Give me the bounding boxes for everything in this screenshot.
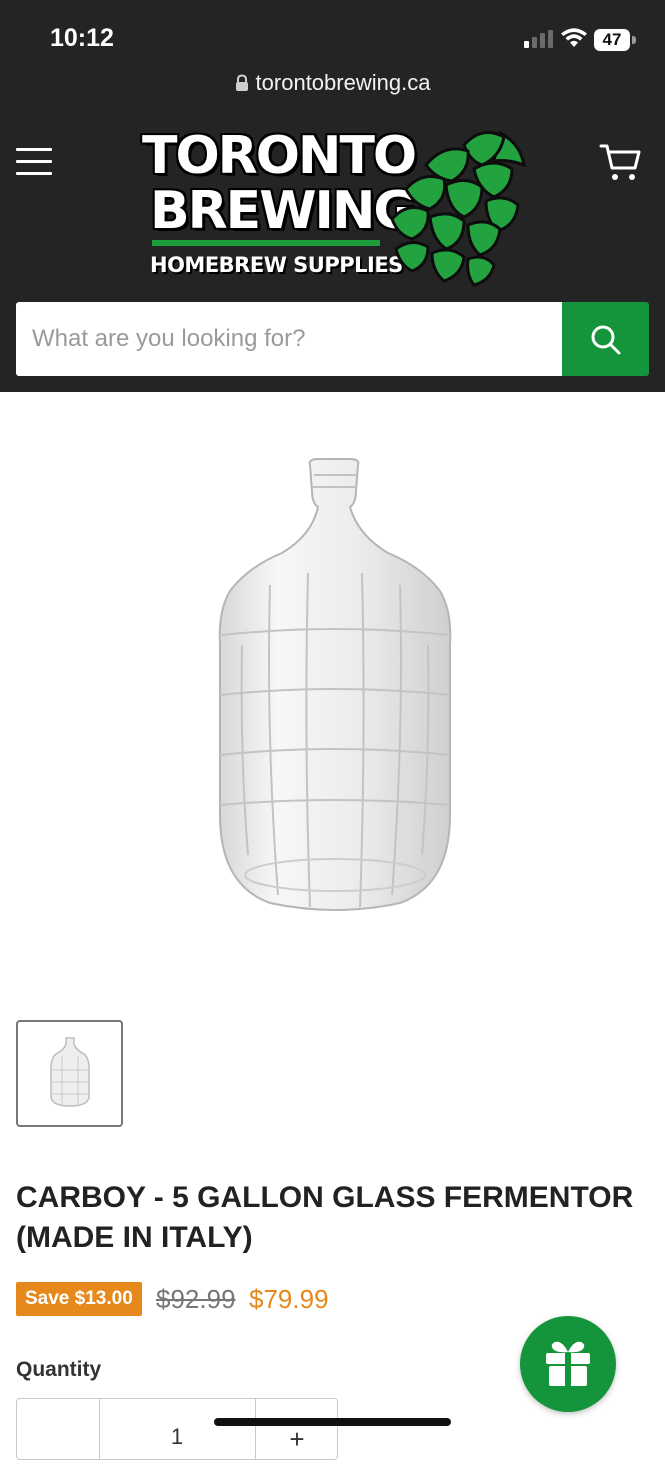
site-logo[interactable]: TORONTO BREWING HOMEBREW SUPPLIES <box>142 125 532 290</box>
search-input[interactable] <box>16 302 562 376</box>
battery-icon: 47 <box>594 29 636 51</box>
logo-line-3: HOMEBREW SUPPLIES <box>150 253 403 277</box>
logo-line-1: TORONTO <box>142 126 417 186</box>
save-badge: Save $13.00 <box>16 1282 142 1316</box>
search-button[interactable] <box>562 302 649 376</box>
search-icon <box>591 325 621 355</box>
menu-button[interactable] <box>16 148 52 176</box>
url-text: torontobrewing.ca <box>255 70 431 95</box>
search-bar <box>16 302 649 376</box>
product-image[interactable] <box>200 455 470 920</box>
logo-line-2: BREWING <box>150 181 416 241</box>
carboy-thumbnail-image <box>50 1037 90 1107</box>
product-title: CARBOY - 5 GALLON GLASS FERMENTOR (MADE … <box>16 1181 634 1254</box>
sale-price: $79.99 <box>249 1284 329 1314</box>
compare-at-price: $92.99 <box>156 1284 236 1314</box>
cellular-signal-icon <box>524 30 553 48</box>
quantity-label: Quantity <box>16 1358 102 1381</box>
lock-icon <box>235 74 248 91</box>
quantity-decrement-button[interactable] <box>17 1399 100 1459</box>
hop-icon <box>390 130 526 287</box>
wifi-icon <box>561 28 587 47</box>
quantity-input[interactable]: 1 <box>100 1399 254 1459</box>
gift-button[interactable] <box>520 1316 616 1412</box>
address-bar[interactable]: torontobrewing.ca <box>0 70 665 96</box>
quantity-stepper: 1 + <box>16 1398 338 1460</box>
quantity-increment-button[interactable]: + <box>255 1399 338 1459</box>
logo-divider <box>152 240 380 246</box>
product-thumbnail[interactable] <box>16 1020 123 1127</box>
battery-level: 47 <box>594 29 630 51</box>
gift-icon <box>546 1341 590 1386</box>
status-time: 10:12 <box>50 24 114 52</box>
cart-icon[interactable] <box>598 140 642 184</box>
hamburger-menu-icon <box>16 148 52 151</box>
home-indicator <box>214 1418 451 1426</box>
